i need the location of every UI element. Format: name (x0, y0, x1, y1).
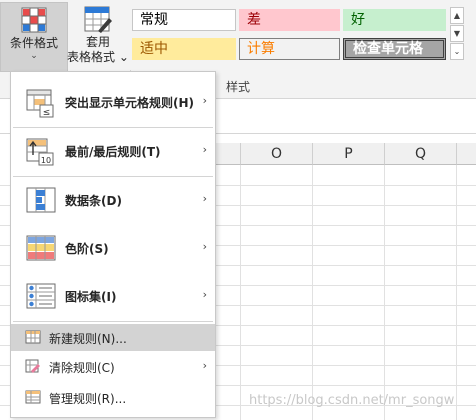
menu-item-label: 清除规则(C) (49, 361, 115, 375)
format-as-table-icon (84, 6, 112, 33)
cell-style-calculation[interactable]: 计算 (239, 38, 340, 60)
menu-item-label: 最前/最后规则(T) (65, 145, 161, 159)
styles-gallery-scroll: ▲ ▼ ⌄ (450, 7, 464, 61)
menu-item-label: 数据条(D) (65, 194, 122, 208)
cell-style-neutral[interactable]: 适中 (132, 38, 236, 60)
gallery-more-button[interactable]: ⌄ (450, 43, 464, 60)
svg-text:≤: ≤ (43, 108, 51, 118)
gallery-scroll-down-button[interactable]: ▼ (450, 25, 464, 42)
menu-item-label: 突出显示单元格规则(H) (65, 96, 195, 110)
column-header-p[interactable]: P (313, 143, 385, 165)
icon-sets-icon (26, 283, 56, 309)
conditional-formatting-icon (21, 7, 47, 33)
chevron-down-icon: ⌄ (118, 50, 129, 64)
submenu-arrow-icon: › (202, 288, 207, 301)
menu-item-label: 色阶(S) (65, 242, 109, 256)
menu-item-manage-rules[interactable]: 管理规则(R)... (11, 384, 215, 411)
menu-item-color-scales[interactable]: 色阶(S) › (11, 226, 215, 270)
menu-item-label: 图标集(I) (65, 290, 117, 304)
conditional-formatting-menu: ≤ 突出显示单元格规则(H) › 10 最前/最后规则(T) › 数据条(D) (10, 71, 216, 418)
cell-style-normal[interactable]: 常规 (132, 9, 236, 31)
menu-separator (13, 127, 213, 128)
styles-group-label: 样式 (226, 80, 251, 94)
new-rule-icon (25, 330, 41, 344)
menu-item-highlight-cells-rules[interactable]: ≤ 突出显示单元格规则(H) › (11, 80, 215, 124)
format-as-table-button[interactable]: 套用 表格格式 ⌄ (67, 2, 129, 72)
menu-item-new-rule[interactable]: 新建规则(N)... (11, 324, 215, 351)
submenu-arrow-icon: › (202, 94, 207, 107)
submenu-arrow-icon: › (202, 143, 207, 156)
svg-text:10: 10 (41, 156, 51, 165)
column-header-next[interactable] (457, 143, 476, 165)
chevron-down-icon: ⌄ (30, 51, 38, 61)
submenu-arrow-icon: › (202, 192, 207, 205)
column-header-q[interactable]: Q (385, 143, 457, 165)
cell-style-bad[interactable]: 差 (239, 9, 340, 31)
menu-item-icon-sets[interactable]: 图标集(I) › (11, 274, 215, 318)
conditional-formatting-label: 条件格式 (9, 36, 58, 50)
column-header-o[interactable]: O (241, 143, 313, 165)
data-bars-icon (26, 187, 56, 213)
menu-item-label: 新建规则(N)... (49, 332, 127, 346)
menu-item-clear-rules[interactable]: 清除规则(C) › (11, 353, 215, 380)
color-scales-icon (26, 235, 56, 261)
menu-separator (13, 176, 213, 177)
manage-rules-icon (25, 390, 41, 404)
menu-item-top-bottom-rules[interactable]: 10 最前/最后规则(T) › (11, 129, 215, 173)
format-as-table-label-line2: 表格格式 ⌄ (67, 50, 129, 65)
gallery-scroll-up-button[interactable]: ▲ (450, 7, 464, 24)
highlight-cells-rules-icon: ≤ (26, 89, 54, 118)
clear-rules-icon (25, 359, 40, 373)
submenu-arrow-icon: › (202, 240, 207, 253)
cell-style-check-cell[interactable]: 检查单元格 (343, 38, 446, 60)
top-bottom-rules-icon: 10 (26, 138, 54, 166)
cell-style-good[interactable]: 好 (343, 9, 446, 31)
menu-item-data-bars[interactable]: 数据条(D) › (11, 178, 215, 222)
watermark-text: https://blog.csdn.net/mr_songw (249, 393, 455, 408)
conditional-formatting-button[interactable]: 条件格式 ⌄ (0, 2, 68, 72)
format-as-table-label-text: 表格格式 (67, 50, 116, 64)
submenu-arrow-icon: › (202, 359, 207, 372)
menu-item-label: 管理规则(R)... (49, 392, 127, 406)
column-header-hidden[interactable] (216, 143, 241, 165)
menu-separator (13, 321, 213, 322)
format-as-table-label-line1: 套用 (85, 35, 110, 49)
